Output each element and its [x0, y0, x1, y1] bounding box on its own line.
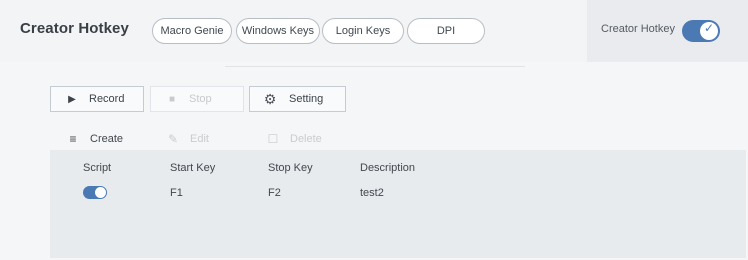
stop-button[interactable]: ■ Stop: [150, 86, 244, 112]
create-button[interactable]: ≡ Create: [66, 130, 123, 148]
setting-button-label: Setting: [289, 93, 324, 105]
edit-icon: ✎: [167, 132, 179, 146]
create-icon: ≡: [69, 132, 77, 146]
header-divider: [225, 66, 525, 67]
stop-button-label: Stop: [189, 93, 212, 105]
row-start-key[interactable]: F1: [170, 187, 183, 199]
create-label: Create: [90, 133, 124, 145]
setting-button[interactable]: ⚙ Setting: [249, 86, 346, 112]
creator-hotkey-toggle-panel: Creator Hotkey ✓: [587, 0, 748, 62]
hotkey-table: Script Start Key Stop Key Description F1…: [50, 150, 746, 258]
record-button-label: Record: [89, 93, 125, 105]
column-header-start-key: Start Key: [170, 162, 216, 174]
tab-windows-keys[interactable]: Windows Keys: [236, 18, 320, 44]
play-icon: ▶: [68, 93, 76, 105]
gear-icon: ⚙: [263, 90, 277, 107]
tab-dpi[interactable]: DPI: [407, 18, 485, 44]
tab-login-keys[interactable]: Login Keys: [322, 18, 404, 44]
header-bar: Creator Hotkey Macro Genie Windows Keys …: [0, 0, 748, 62]
column-header-description: Description: [360, 162, 416, 174]
creator-hotkey-toggle-label: Creator Hotkey: [601, 23, 675, 35]
column-header-stop-key: Stop Key: [268, 162, 313, 174]
creator-hotkey-window: Creator Hotkey Macro Genie Windows Keys …: [0, 0, 748, 260]
check-icon: ✓: [704, 21, 715, 35]
row-description[interactable]: test2: [360, 187, 384, 199]
stop-icon: ■: [168, 93, 176, 105]
record-button[interactable]: ▶ Record: [50, 86, 144, 112]
delete-label: Delete: [290, 133, 322, 145]
column-header-script: Script: [83, 162, 112, 174]
delete-button[interactable]: ☐ Delete: [266, 130, 322, 148]
script-toggle[interactable]: [83, 186, 107, 199]
edit-label: Edit: [190, 133, 209, 145]
creator-hotkey-toggle[interactable]: ✓: [682, 20, 720, 42]
page-title: Creator Hotkey: [20, 20, 129, 37]
delete-icon: ☐: [267, 132, 279, 146]
toggle-knob: [95, 187, 106, 198]
edit-button[interactable]: ✎ Edit: [166, 130, 209, 148]
row-stop-key[interactable]: F2: [268, 187, 281, 199]
tab-macro-genie[interactable]: Macro Genie: [152, 18, 232, 44]
